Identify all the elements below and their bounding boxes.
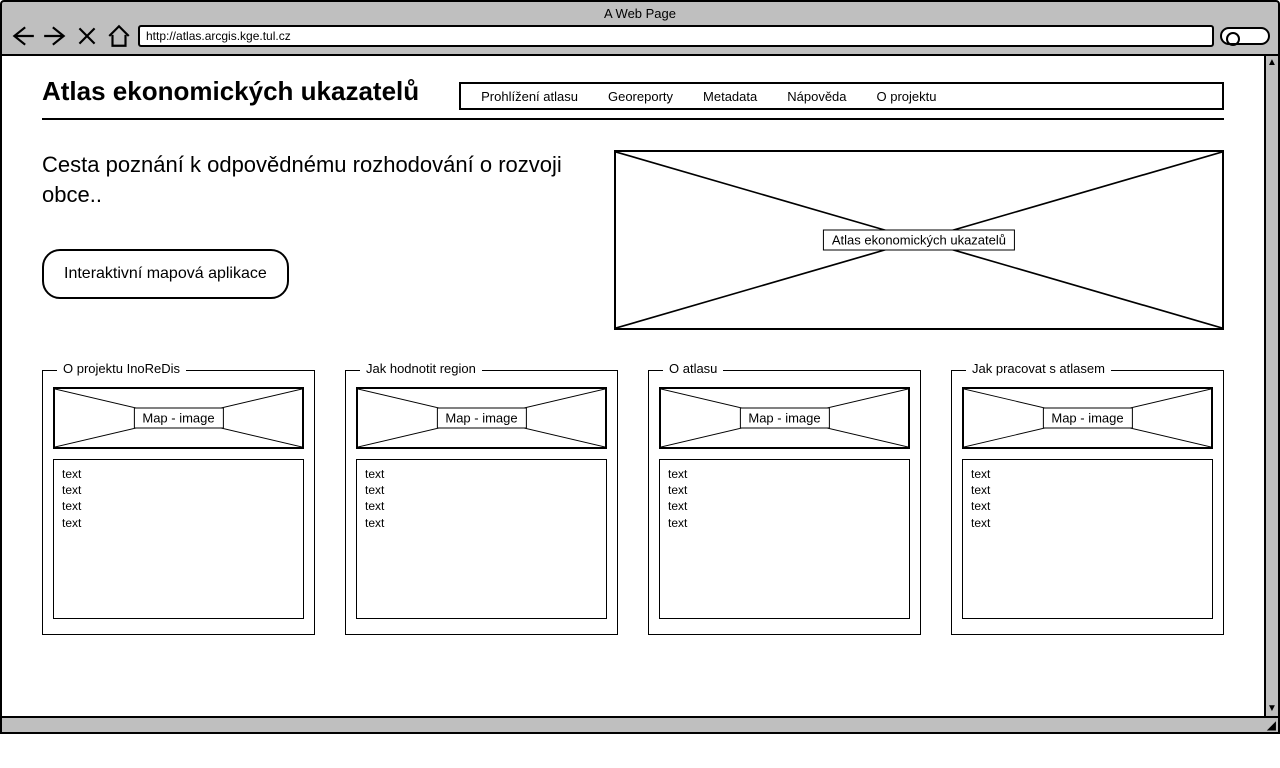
card-image-placeholder: Map - image: [53, 387, 304, 449]
menu-item-about[interactable]: O projektu: [877, 89, 937, 104]
card-how-to-evaluate: Jak hodnotit region Map - image text tex…: [345, 370, 618, 635]
menu-item-browse[interactable]: Prohlížení atlasu: [481, 89, 578, 104]
menu-item-georeports[interactable]: Georeporty: [608, 89, 673, 104]
card-text: text text text text: [659, 459, 910, 619]
scroll-down-icon[interactable]: ▼: [1266, 702, 1278, 716]
card-image-placeholder: Map - image: [659, 387, 910, 449]
hero-image-label: Atlas ekonomických ukazatelů: [823, 230, 1015, 251]
hero-section: Cesta poznání k odpovědnému rozhodování …: [42, 150, 1224, 330]
card-image-label: Map - image: [133, 408, 223, 429]
browser-window-title: A Web Page: [2, 6, 1278, 21]
scroll-up-icon[interactable]: ▲: [1266, 56, 1278, 70]
card-about-atlas: O atlasu Map - image text text text text: [648, 370, 921, 635]
tagline: Cesta poznání k odpovědnému rozhodování …: [42, 150, 574, 209]
card-legend: O atlasu: [663, 361, 723, 376]
card-legend: Jak pracovat s atlasem: [966, 361, 1111, 376]
site-title: Atlas ekonomických ukazatelů: [42, 76, 419, 107]
home-icon[interactable]: [106, 24, 132, 48]
card-image-label: Map - image: [436, 408, 526, 429]
vertical-scrollbar[interactable]: ▲ ▼: [1264, 56, 1278, 716]
search-icon[interactable]: [1220, 27, 1270, 45]
card-row: O projektu InoReDis Map - image text tex…: [42, 370, 1224, 635]
card-text: text text text text: [962, 459, 1213, 619]
url-input[interactable]: http://atlas.arcgis.kge.tul.cz: [138, 25, 1214, 47]
cta-button[interactable]: Interaktivní mapová aplikace: [42, 249, 289, 299]
hero-image: Atlas ekonomických ukazatelů: [614, 150, 1224, 330]
card-legend: Jak hodnotit region: [360, 361, 482, 376]
hero-text: Cesta poznání k odpovědnému rozhodování …: [42, 150, 574, 330]
card-text: text text text text: [53, 459, 304, 619]
header: Atlas ekonomických ukazatelů Prohlížení …: [42, 76, 1224, 120]
main-menu: Prohlížení atlasu Georeporty Metadata Ná…: [459, 82, 1224, 110]
browser-toolbar: http://atlas.arcgis.kge.tul.cz: [10, 24, 1270, 48]
resize-grip-icon[interactable]: ◢: [1267, 718, 1276, 732]
page-content: Atlas ekonomických ukazatelů Prohlížení …: [2, 56, 1264, 716]
card-legend: O projektu InoReDis: [57, 361, 186, 376]
menu-item-metadata[interactable]: Metadata: [703, 89, 757, 104]
card-image-label: Map - image: [1042, 408, 1132, 429]
card-image-label: Map - image: [739, 408, 829, 429]
card-image-placeholder: Map - image: [356, 387, 607, 449]
card-image-placeholder: Map - image: [962, 387, 1213, 449]
menu-item-help[interactable]: Nápověda: [787, 89, 846, 104]
close-icon[interactable]: [74, 24, 100, 48]
forward-icon[interactable]: [42, 24, 68, 48]
card-text: text text text text: [356, 459, 607, 619]
hero-image-placeholder: Atlas ekonomických ukazatelů: [614, 150, 1224, 330]
browser-chrome: A Web Page http://atlas.arcgis.kge.tul.c…: [0, 0, 1280, 56]
card-how-to-work: Jak pracovat s atlasem Map - image text …: [951, 370, 1224, 635]
browser-status-bar: ◢: [0, 716, 1280, 734]
card-about-project: O projektu InoReDis Map - image text tex…: [42, 370, 315, 635]
page-viewport: Atlas ekonomických ukazatelů Prohlížení …: [0, 56, 1280, 716]
back-icon[interactable]: [10, 24, 36, 48]
